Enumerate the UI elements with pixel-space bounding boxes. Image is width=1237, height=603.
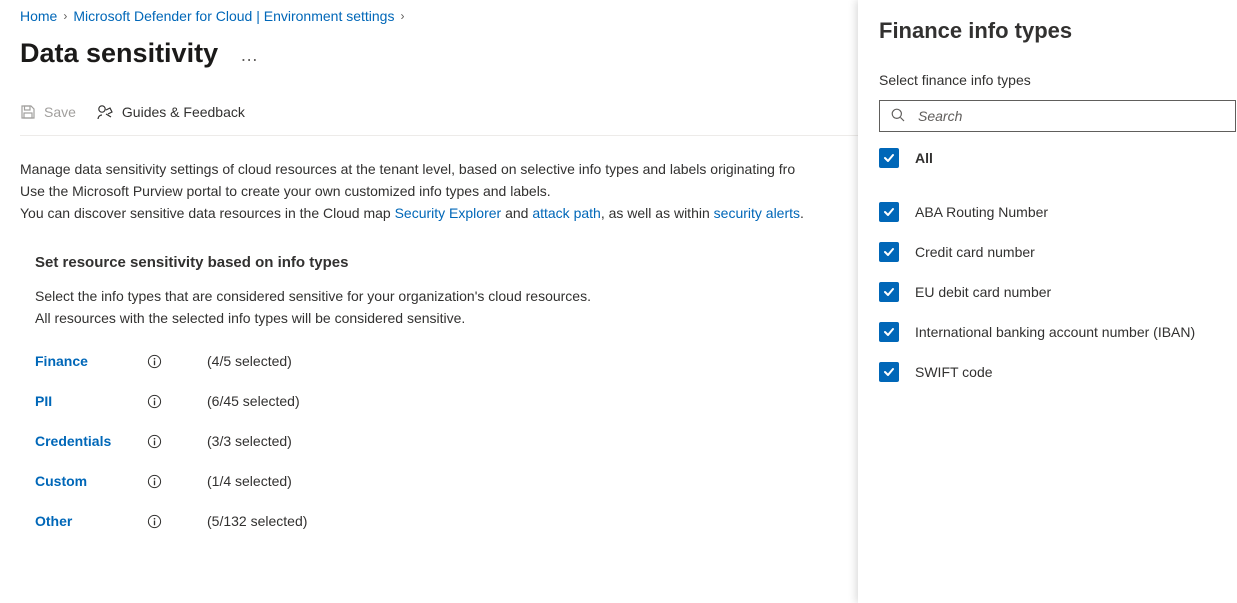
page-title: Data sensitivity [20,38,218,69]
save-icon [20,104,36,120]
category-count: (6/45 selected) [207,393,300,409]
chevron-right-icon: › [63,9,67,23]
main-pane: Home › Microsoft Defender for Cloud | En… [0,0,858,603]
page-header: Data sensitivity … [20,38,858,69]
link-security-alerts[interactable]: security alerts [714,205,800,221]
search-icon [890,107,906,126]
feedback-icon [96,103,114,121]
category-row-pii: PII (6/45 selected) [35,393,858,409]
checkbox-row: Credit card number [879,242,1237,262]
category-link-custom[interactable]: Custom [35,473,147,489]
info-icon[interactable] [147,474,162,489]
checkbox-eu-debit[interactable] [879,282,899,302]
checkbox-label: Credit card number [915,244,1035,260]
category-count: (4/5 selected) [207,353,292,369]
panel-title: Finance info types [879,18,1237,44]
search-input[interactable] [916,107,1225,125]
checkbox-row: EU debit card number [879,282,1237,302]
breadcrumb-defender[interactable]: Microsoft Defender for Cloud | Environme… [73,8,394,24]
checkbox-label: International banking account number (IB… [915,324,1195,340]
checkbox-swift[interactable] [879,362,899,382]
checkbox-aba[interactable] [879,202,899,222]
info-icon[interactable] [147,394,162,409]
category-link-credentials[interactable]: Credentials [35,433,147,449]
checkbox-row-all: All [879,148,1237,168]
checkbox-label: EU debit card number [915,284,1051,300]
category-link-pii[interactable]: PII [35,393,147,409]
checkbox-iban[interactable] [879,322,899,342]
category-count: (3/3 selected) [207,433,292,449]
category-row-custom: Custom (1/4 selected) [35,473,858,489]
checkbox-label: ABA Routing Number [915,204,1048,220]
link-attack-path[interactable]: attack path [532,205,601,221]
panel-subtitle: Select finance info types [879,72,1237,88]
checkbox-row: International banking account number (IB… [879,322,1237,342]
breadcrumb-home[interactable]: Home [20,8,57,24]
guides-label: Guides & Feedback [122,104,245,120]
save-button[interactable]: Save [20,104,76,120]
intro-text: Manage data sensitivity settings of clou… [20,158,850,224]
category-list: Finance (4/5 selected) PII (6/45 selecte… [35,353,858,529]
link-security-explorer[interactable]: Security Explorer [395,205,502,221]
search-box[interactable] [879,100,1236,132]
category-row-other: Other (5/132 selected) [35,513,858,529]
guides-feedback-button[interactable]: Guides & Feedback [96,103,245,121]
save-label: Save [44,104,76,120]
checkbox-all[interactable] [879,148,899,168]
checkbox-row: ABA Routing Number [879,202,1237,222]
checkbox-label: SWIFT code [915,364,993,380]
info-icon[interactable] [147,434,162,449]
category-count: (1/4 selected) [207,473,292,489]
checkbox-credit-card[interactable] [879,242,899,262]
section-subtitle: Select the info types that are considere… [35,285,858,329]
info-icon[interactable] [147,354,162,369]
category-link-finance[interactable]: Finance [35,353,147,369]
category-count: (5/132 selected) [207,513,307,529]
checkbox-label-all: All [915,150,933,166]
checkbox-row: SWIFT code [879,362,1237,382]
section-title: Set resource sensitivity based on info t… [35,254,858,271]
toolbar: Save Guides & Feedback [20,103,858,136]
side-panel: Finance info types Select finance info t… [858,0,1237,603]
breadcrumb: Home › Microsoft Defender for Cloud | En… [20,8,858,24]
category-row-credentials: Credentials (3/3 selected) [35,433,858,449]
chevron-right-icon: › [400,9,404,23]
category-row-finance: Finance (4/5 selected) [35,353,858,369]
info-icon[interactable] [147,514,162,529]
category-link-other[interactable]: Other [35,513,147,529]
more-icon[interactable]: … [236,45,262,66]
